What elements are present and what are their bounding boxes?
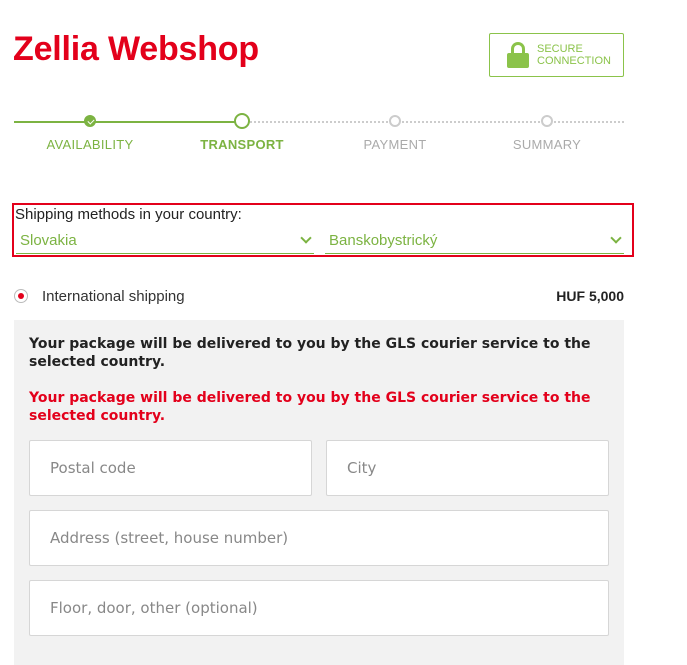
secure-label: SECURE bbox=[537, 43, 583, 55]
checkout-stepper: AVAILABILITY TRANSPORT PAYMENT SUMMARY bbox=[14, 110, 624, 160]
country-select[interactable]: Slovakia bbox=[16, 227, 314, 254]
check-icon bbox=[84, 115, 96, 127]
shipping-option-international[interactable]: International shipping HUF 5,000 bbox=[14, 285, 624, 307]
step-payment: PAYMENT bbox=[320, 110, 470, 152]
step-availability[interactable]: AVAILABILITY bbox=[15, 110, 165, 152]
step-summary: SUMMARY bbox=[472, 110, 622, 152]
lock-icon bbox=[507, 42, 529, 68]
region-select-value: Banskobystrický bbox=[329, 231, 438, 249]
shop-title: Zellia Webshop bbox=[13, 30, 259, 68]
secure-connection-badge: SECURE CONNECTION bbox=[489, 33, 624, 77]
chevron-down-icon bbox=[300, 232, 312, 244]
step-current-dot bbox=[234, 113, 250, 129]
address-field[interactable] bbox=[29, 510, 609, 566]
postal-code-field[interactable] bbox=[29, 440, 312, 496]
step-dot bbox=[541, 115, 553, 127]
floor-door-input[interactable] bbox=[50, 599, 608, 617]
country-section-label: Shipping methods in your country: bbox=[15, 206, 242, 223]
step-label: AVAILABILITY bbox=[46, 137, 134, 152]
address-input[interactable] bbox=[50, 529, 608, 547]
city-field[interactable] bbox=[326, 440, 609, 496]
shipping-details-panel: Your package will be delivered to you by… bbox=[14, 320, 624, 665]
shipping-price: HUF 5,000 bbox=[556, 288, 624, 304]
postal-code-input[interactable] bbox=[50, 459, 311, 477]
shipping-radio[interactable] bbox=[14, 289, 28, 303]
delivery-warning-text: Your package will be delivered to you by… bbox=[29, 390, 591, 424]
floor-door-field[interactable] bbox=[29, 580, 609, 636]
city-input[interactable] bbox=[347, 459, 608, 477]
shipping-option-label: International shipping bbox=[42, 287, 185, 305]
region-select[interactable]: Banskobystrický bbox=[325, 227, 624, 254]
step-dot bbox=[389, 115, 401, 127]
country-select-value: Slovakia bbox=[20, 231, 77, 249]
step-transport: TRANSPORT bbox=[167, 110, 317, 152]
step-label: SUMMARY bbox=[512, 137, 582, 152]
chevron-down-icon bbox=[610, 232, 622, 244]
step-label: PAYMENT bbox=[363, 137, 427, 152]
delivery-info-text: Your package will be delivered to you by… bbox=[29, 336, 591, 370]
country-selection: Shipping methods in your country: Slovak… bbox=[12, 203, 634, 257]
connection-label: CONNECTION bbox=[537, 55, 611, 67]
step-label: TRANSPORT bbox=[200, 137, 284, 152]
